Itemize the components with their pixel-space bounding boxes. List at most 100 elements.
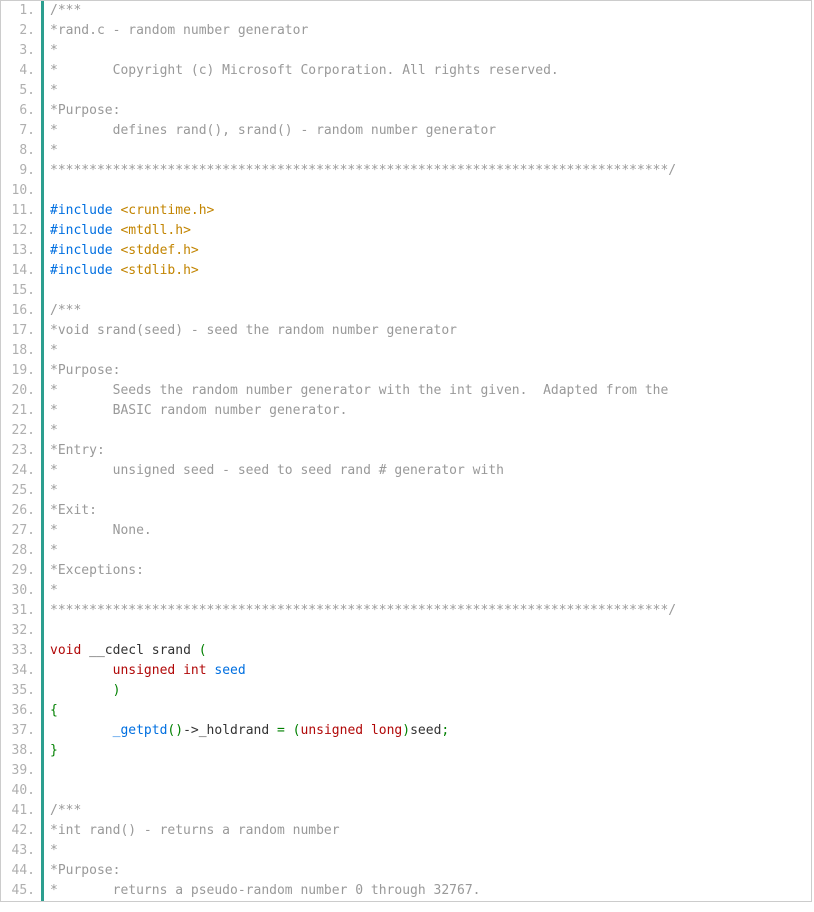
code-content[interactable]: * <box>44 581 58 601</box>
code-content[interactable]: *Purpose: <box>44 861 120 881</box>
line-number: 7 <box>1 121 41 141</box>
line-number: 45 <box>1 881 41 901</box>
code-content[interactable]: *Entry: <box>44 441 105 461</box>
code-line: 2*rand.c - random number generator <box>1 21 811 41</box>
code-content[interactable]: #include <stddef.h> <box>44 241 199 261</box>
line-number: 43 <box>1 841 41 861</box>
code-content[interactable]: * <box>44 541 58 561</box>
code-content[interactable]: * <box>44 81 58 101</box>
line-number: 19 <box>1 361 41 381</box>
code-line: 31**************************************… <box>1 601 811 621</box>
code-content[interactable] <box>44 761 58 781</box>
code-content[interactable] <box>44 781 58 801</box>
code-content[interactable]: /*** <box>44 801 81 821</box>
line-number: 12 <box>1 221 41 241</box>
line-number: 21 <box>1 401 41 421</box>
line-number: 22 <box>1 421 41 441</box>
code-content[interactable]: ****************************************… <box>44 601 676 621</box>
code-line: 7* defines rand(), srand() - random numb… <box>1 121 811 141</box>
line-number: 2 <box>1 21 41 41</box>
code-line: 19*Purpose: <box>1 361 811 381</box>
line-number: 32 <box>1 621 41 641</box>
code-content[interactable]: *int rand() - returns a random number <box>44 821 340 841</box>
code-line: 12#include <mtdll.h> <box>1 221 811 241</box>
line-number: 42 <box>1 821 41 841</box>
line-number: 37 <box>1 721 41 741</box>
code-content[interactable]: * Seeds the random number generator with… <box>44 381 668 401</box>
code-line: 4* Copyright (c) Microsoft Corporation. … <box>1 61 811 81</box>
code-line: 27* None. <box>1 521 811 541</box>
code-line: 16/*** <box>1 301 811 321</box>
line-number: 24 <box>1 461 41 481</box>
line-number: 26 <box>1 501 41 521</box>
code-line: 35 ) <box>1 681 811 701</box>
line-number: 3 <box>1 41 41 61</box>
code-content[interactable] <box>44 181 58 201</box>
code-content[interactable]: * <box>44 141 58 161</box>
code-content[interactable]: unsigned int seed <box>44 661 246 681</box>
code-content[interactable]: * None. <box>44 521 152 541</box>
code-content[interactable]: * <box>44 41 58 61</box>
code-content[interactable]: ****************************************… <box>44 161 676 181</box>
code-line: 24* unsigned seed - seed to seed rand # … <box>1 461 811 481</box>
line-number: 35 <box>1 681 41 701</box>
code-content[interactable]: #include <mtdll.h> <box>44 221 191 241</box>
line-number: 39 <box>1 761 41 781</box>
line-number: 31 <box>1 601 41 621</box>
line-number: 14 <box>1 261 41 281</box>
code-content[interactable] <box>44 621 58 641</box>
code-content[interactable]: * <box>44 341 58 361</box>
code-content[interactable]: * BASIC random number generator. <box>44 401 347 421</box>
code-content[interactable]: _getptd()->_holdrand = (unsigned long)se… <box>44 721 449 741</box>
code-content[interactable]: * defines rand(), srand() - random numbe… <box>44 121 496 141</box>
code-content[interactable]: * <box>44 841 58 861</box>
code-line: 1/*** <box>1 1 811 21</box>
line-number: 29 <box>1 561 41 581</box>
line-number: 28 <box>1 541 41 561</box>
line-number: 40 <box>1 781 41 801</box>
line-number: 20 <box>1 381 41 401</box>
code-content[interactable]: *Purpose: <box>44 101 120 121</box>
code-line: 5* <box>1 81 811 101</box>
code-block: 1/***2*rand.c - random number generator3… <box>0 0 812 902</box>
code-line: 9***************************************… <box>1 161 811 181</box>
line-number: 36 <box>1 701 41 721</box>
code-content[interactable]: * <box>44 421 58 441</box>
code-content[interactable]: *void srand(seed) - seed the random numb… <box>44 321 457 341</box>
code-content[interactable]: * Copyright (c) Microsoft Corporation. A… <box>44 61 559 81</box>
code-content[interactable]: * returns a pseudo-random number 0 throu… <box>44 881 480 901</box>
code-content[interactable]: void __cdecl srand ( <box>44 641 207 661</box>
line-number: 23 <box>1 441 41 461</box>
code-content[interactable]: #include <stdlib.h> <box>44 261 199 281</box>
code-line: 11#include <cruntime.h> <box>1 201 811 221</box>
code-line: 37 _getptd()->_holdrand = (unsigned long… <box>1 721 811 741</box>
line-number: 30 <box>1 581 41 601</box>
code-content[interactable]: * <box>44 481 58 501</box>
line-number: 33 <box>1 641 41 661</box>
line-number: 41 <box>1 801 41 821</box>
code-line: 15 <box>1 281 811 301</box>
code-line: 33void __cdecl srand ( <box>1 641 811 661</box>
code-line: 44*Purpose: <box>1 861 811 881</box>
code-content[interactable]: { <box>44 701 58 721</box>
code-content[interactable]: * unsigned seed - seed to seed rand # ge… <box>44 461 504 481</box>
code-content[interactable]: #include <cruntime.h> <box>44 201 214 221</box>
line-number: 15 <box>1 281 41 301</box>
code-content[interactable]: *Exceptions: <box>44 561 144 581</box>
code-line: 26*Exit: <box>1 501 811 521</box>
code-content[interactable]: } <box>44 741 58 761</box>
line-number: 25 <box>1 481 41 501</box>
code-line: 30* <box>1 581 811 601</box>
code-content[interactable]: /*** <box>44 301 81 321</box>
code-line: 41/*** <box>1 801 811 821</box>
code-content[interactable]: *Purpose: <box>44 361 120 381</box>
line-number: 38 <box>1 741 41 761</box>
code-content[interactable]: /*** <box>44 1 81 21</box>
code-content[interactable]: *rand.c - random number generator <box>44 21 308 41</box>
line-number: 4 <box>1 61 41 81</box>
code-content[interactable] <box>44 281 58 301</box>
code-content[interactable]: ) <box>44 681 120 701</box>
code-line: 39 <box>1 761 811 781</box>
code-content[interactable]: *Exit: <box>44 501 97 521</box>
code-line: 40 <box>1 781 811 801</box>
